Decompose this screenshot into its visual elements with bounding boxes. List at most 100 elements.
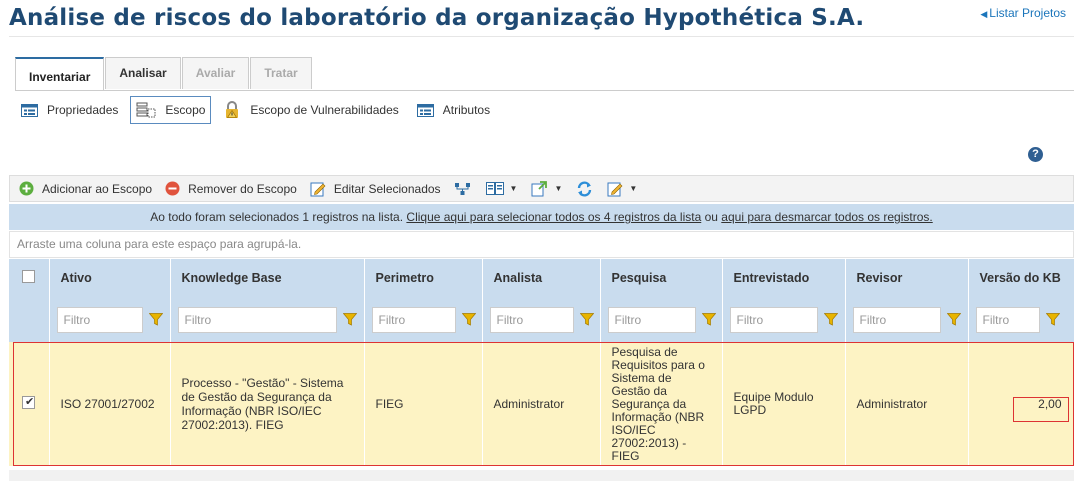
filter-input-versao-kb[interactable]: Filtro	[975, 306, 1040, 333]
filter-icon[interactable]	[823, 313, 838, 326]
deselect-all-link[interactable]: aqui para desmarcar todos os registros.	[721, 210, 932, 224]
filter-cell-analista: Filtro	[482, 297, 601, 342]
column-header-analista[interactable]: Analista	[482, 259, 601, 297]
filter-spacer	[9, 297, 50, 342]
subtab-propriedades-label: Propriedades	[47, 103, 119, 117]
hierarchy-icon	[454, 182, 470, 195]
chevron-down-icon: ▼	[554, 184, 563, 193]
filter-cell-revisor: Filtro	[845, 297, 969, 342]
column-header-pesquisa[interactable]: Pesquisa	[600, 259, 723, 297]
filter-cell-pesquisa: Filtro	[600, 297, 723, 342]
help-icon[interactable]: ?	[1028, 147, 1043, 162]
attributes-icon	[416, 103, 434, 117]
filter-icon[interactable]	[342, 313, 357, 326]
filter-input-perimetro[interactable]: Filtro	[371, 306, 456, 333]
column-header-knowledge-base[interactable]: Knowledge Base	[170, 259, 365, 297]
title-divider	[9, 36, 1074, 37]
filter-cell-ativo: Filtro	[49, 297, 171, 342]
grid-header-row: Ativo Knowledge Base Perimetro Analista …	[9, 259, 1075, 297]
bulk-edit-dropdown-button[interactable]: ▼	[607, 181, 637, 197]
grid-toolbar: Adicionar ao Escopo Remover do Escopo Ed…	[9, 175, 1074, 202]
caret-left-icon: ◀	[980, 9, 988, 19]
tab-inventariar[interactable]: Inventariar	[15, 57, 105, 91]
scope-icon	[136, 102, 156, 118]
subtab-escopo-label: Escopo	[165, 103, 206, 117]
filter-icon[interactable]	[579, 313, 594, 326]
subtab-vulnerabilidades-label: Escopo de Vulnerabilidades	[250, 103, 399, 117]
select-all-link[interactable]: Clique aqui para selecionar todos os 4 r…	[406, 210, 701, 224]
column-header-revisor[interactable]: Revisor	[845, 259, 969, 297]
cell-knowledge-base: Processo - "Gestão" - Sistema de Gestão …	[170, 342, 365, 466]
edit-selected-label: Editar Selecionados	[333, 181, 441, 196]
table-row[interactable]: ✔ ISO 27001/27002 Processo - "Gestão" - …	[9, 342, 1075, 466]
grid-footer	[9, 470, 1074, 481]
selection-bar: Ao todo foram selecionados 1 registros n…	[9, 204, 1074, 230]
add-to-scope-button[interactable]: Adicionar ao Escopo	[19, 181, 152, 196]
filter-icon[interactable]	[701, 313, 716, 326]
sub-tabs: Propriedades Escopo Escopo de Vulnerabil…	[15, 96, 502, 124]
filter-icon[interactable]	[148, 313, 163, 326]
group-drop-area[interactable]: Arraste uma coluna para este espaço para…	[9, 231, 1074, 258]
cell-pesquisa: Pesquisa de Requisitos para o Sistema de…	[600, 342, 723, 466]
add-to-scope-label: Adicionar ao Escopo	[42, 181, 153, 196]
list-projects-label: Listar Projetos	[989, 6, 1066, 20]
cell-ativo: ISO 27001/27002	[49, 342, 171, 466]
column-header-entrevistado[interactable]: Entrevistado	[722, 259, 846, 297]
select-all-header[interactable]	[9, 259, 50, 297]
refresh-icon	[578, 180, 592, 197]
filter-icon[interactable]	[946, 313, 961, 326]
tab-analisar[interactable]: Analisar	[105, 57, 181, 89]
export-icon	[531, 180, 548, 196]
edit-icon	[310, 182, 326, 196]
filter-icon[interactable]	[1045, 313, 1060, 326]
export-dropdown-button[interactable]: ▼	[531, 180, 563, 197]
lock-warning-icon	[226, 101, 239, 118]
filter-input-entrevistado[interactable]: Filtro	[729, 306, 818, 333]
properties-icon	[21, 103, 38, 117]
checkmark-icon: ✔	[25, 396, 35, 408]
filter-input-pesquisa[interactable]: Filtro	[607, 306, 696, 333]
filter-icon[interactable]	[461, 313, 476, 326]
filter-cell-entrevistado: Filtro	[722, 297, 846, 342]
page-title: Análise de riscos do laboratório da orga…	[9, 5, 865, 31]
columns-icon	[485, 182, 504, 195]
row-checkbox[interactable]: ✔	[22, 396, 35, 409]
subtab-escopo-vulnerabilidades[interactable]: Escopo de Vulnerabilidades	[217, 96, 404, 124]
filter-input-revisor[interactable]: Filtro	[852, 306, 941, 333]
subtab-propriedades[interactable]: Propriedades	[15, 96, 124, 124]
subtab-atributos[interactable]: Atributos	[411, 96, 496, 124]
cell-entrevistado: Equipe Modulo LGPD	[722, 342, 846, 466]
hierarchy-button[interactable]	[454, 182, 472, 196]
chevron-down-icon: ▼	[509, 184, 518, 193]
chevron-down-icon: ▼	[629, 184, 638, 193]
tab-tratar: Tratar	[250, 57, 312, 89]
columns-dropdown-button[interactable]: ▼	[485, 182, 518, 195]
main-tabs: Inventariar Analisar Avaliar Tratar	[15, 57, 313, 91]
plus-circle-icon	[19, 181, 34, 196]
row-select-cell[interactable]: ✔	[9, 342, 50, 466]
edit-icon	[607, 182, 623, 196]
refresh-button[interactable]	[576, 180, 593, 197]
selection-count-text: Ao todo foram selecionados 1 registros n…	[150, 210, 404, 224]
column-header-perimetro[interactable]: Perimetro	[364, 259, 483, 297]
select-all-checkbox[interactable]	[22, 270, 35, 283]
list-projects-link[interactable]: ◀ Listar Projetos	[980, 6, 1066, 20]
remove-from-scope-label: Remover do Escopo	[188, 181, 297, 196]
tab-avaliar: Avaliar	[181, 57, 250, 89]
column-header-versao-kb[interactable]: Versão do KB	[968, 259, 1075, 297]
edit-selected-button[interactable]: Editar Selecionados	[310, 181, 441, 197]
selection-or-text: ou	[704, 210, 718, 224]
filter-input-knowledge-base[interactable]: Filtro	[177, 306, 337, 333]
filter-input-analista[interactable]: Filtro	[489, 306, 574, 333]
filter-input-ativo[interactable]: Filtro	[56, 306, 143, 333]
subtab-escopo[interactable]: Escopo	[130, 96, 212, 124]
tab-divider	[15, 90, 1074, 91]
remove-from-scope-button[interactable]: Remover do Escopo	[165, 181, 297, 196]
grid-filter-row: Filtro Filtro Filtro Filtro Filtro Filtr…	[9, 297, 1075, 342]
column-header-ativo[interactable]: Ativo	[49, 259, 171, 297]
cell-analista: Administrator	[482, 342, 601, 466]
filter-cell-versao-kb: Filtro	[968, 297, 1075, 342]
cell-perimetro: FIEG	[364, 342, 483, 466]
filter-cell-knowledge-base: Filtro	[170, 297, 365, 342]
subtab-atributos-label: Atributos	[442, 103, 491, 117]
